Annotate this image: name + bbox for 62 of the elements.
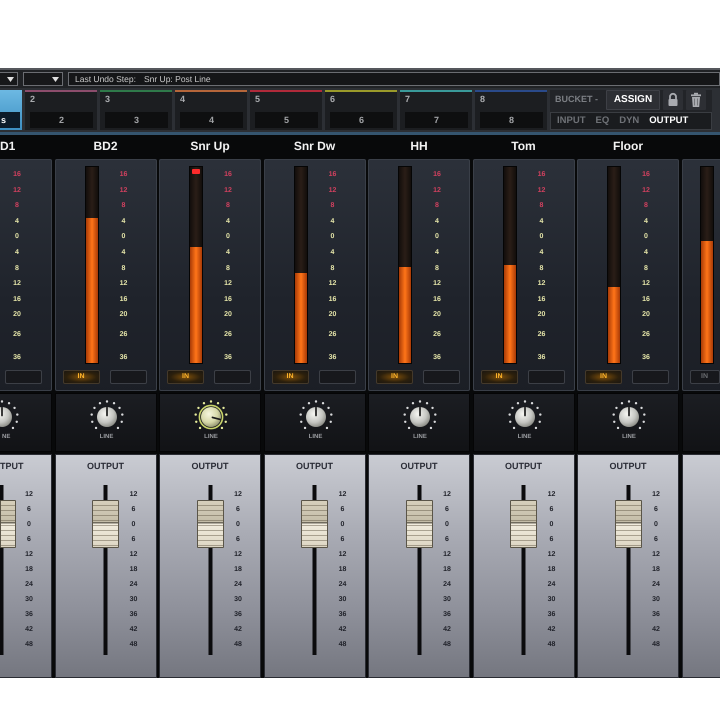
meter-toggle-button[interactable] <box>632 370 669 384</box>
output-label: OUTPUT <box>87 461 124 471</box>
assign-button[interactable]: ASSIGN <box>606 90 660 110</box>
dropdown[interactable] <box>0 72 18 86</box>
output-label: OUTPUT <box>192 461 228 471</box>
channel-name: Snr Dw <box>294 139 336 154</box>
output-label: OUTPUT <box>610 461 646 471</box>
fader-handle[interactable] <box>301 500 328 548</box>
dropdown[interactable] <box>23 72 63 86</box>
undo-label: Last Undo Step: <box>75 72 136 86</box>
bank-name-box: 4 <box>180 112 243 128</box>
meter-toggle-button[interactable] <box>110 370 146 384</box>
meter-toggle-button[interactable] <box>214 370 251 384</box>
caret-icon <box>7 76 14 82</box>
channel-name: Tom <box>511 139 536 154</box>
fader-handle[interactable] <box>510 500 537 548</box>
channel-name: Floor <box>613 139 643 154</box>
bank-tab[interactable]: 3 3 <box>100 90 172 130</box>
bank-tab[interactable]: 4 4 <box>175 90 247 130</box>
bank-name-box: 3 <box>105 112 168 128</box>
caret-icon <box>52 76 59 82</box>
bank-name-box: s <box>0 112 20 128</box>
lock-icon[interactable] <box>663 90 683 110</box>
bank-name-box: 5 <box>255 112 318 128</box>
meter-toggle-button[interactable] <box>5 370 42 384</box>
bucket-label: BUCKET - <box>555 93 598 106</box>
bank-name-box: 2 <box>30 112 93 128</box>
trash-icon[interactable] <box>686 90 706 110</box>
bank-tab[interactable]: 7 7 <box>400 90 472 130</box>
bank-tab[interactable]: s <box>0 90 22 130</box>
meter-toggle-button[interactable] <box>423 370 460 384</box>
fader-handle[interactable] <box>614 500 642 548</box>
bank-tab[interactable]: 6 6 <box>325 90 397 130</box>
fader-handle[interactable] <box>0 500 16 548</box>
fader-handle[interactable] <box>406 500 432 548</box>
channel-name: HH <box>410 139 428 154</box>
bank-tab[interactable]: 5 5 <box>250 90 322 130</box>
output-label: OUTPUT <box>400 461 438 471</box>
bank-number: 3 <box>105 94 110 105</box>
view-tab[interactable]: OUTPUT <box>649 116 688 126</box>
channel-name: BD2 <box>93 139 118 154</box>
bank-name-box: 6 <box>330 112 393 128</box>
bank-number: 6 <box>330 94 336 105</box>
output-label: OUTPUT <box>296 461 333 471</box>
bank-number: 7 <box>405 94 410 105</box>
bank-number: 4 <box>180 94 186 105</box>
output-label: OUTPUT <box>505 461 542 471</box>
bank-tab[interactable]: 2 2 <box>25 90 97 130</box>
channel-name: Snr Up <box>190 139 230 154</box>
bank-number: 2 <box>30 94 36 105</box>
bank-name-box: 7 <box>405 112 468 128</box>
fader-handle[interactable] <box>196 500 224 548</box>
meter-toggle-button[interactable] <box>318 370 356 384</box>
fader-handle[interactable] <box>92 500 119 548</box>
undo-value: Snr Up: Post Line <box>144 72 211 86</box>
bank-number: 8 <box>480 94 486 105</box>
channel-name: D1 <box>0 139 16 154</box>
bank-number: 5 <box>255 94 260 105</box>
meter-toggle-button[interactable] <box>528 370 564 384</box>
bank-tab[interactable]: 8 8 <box>475 90 547 130</box>
bank-name-box: 8 <box>480 112 543 128</box>
output-label: TPUT <box>0 461 24 471</box>
